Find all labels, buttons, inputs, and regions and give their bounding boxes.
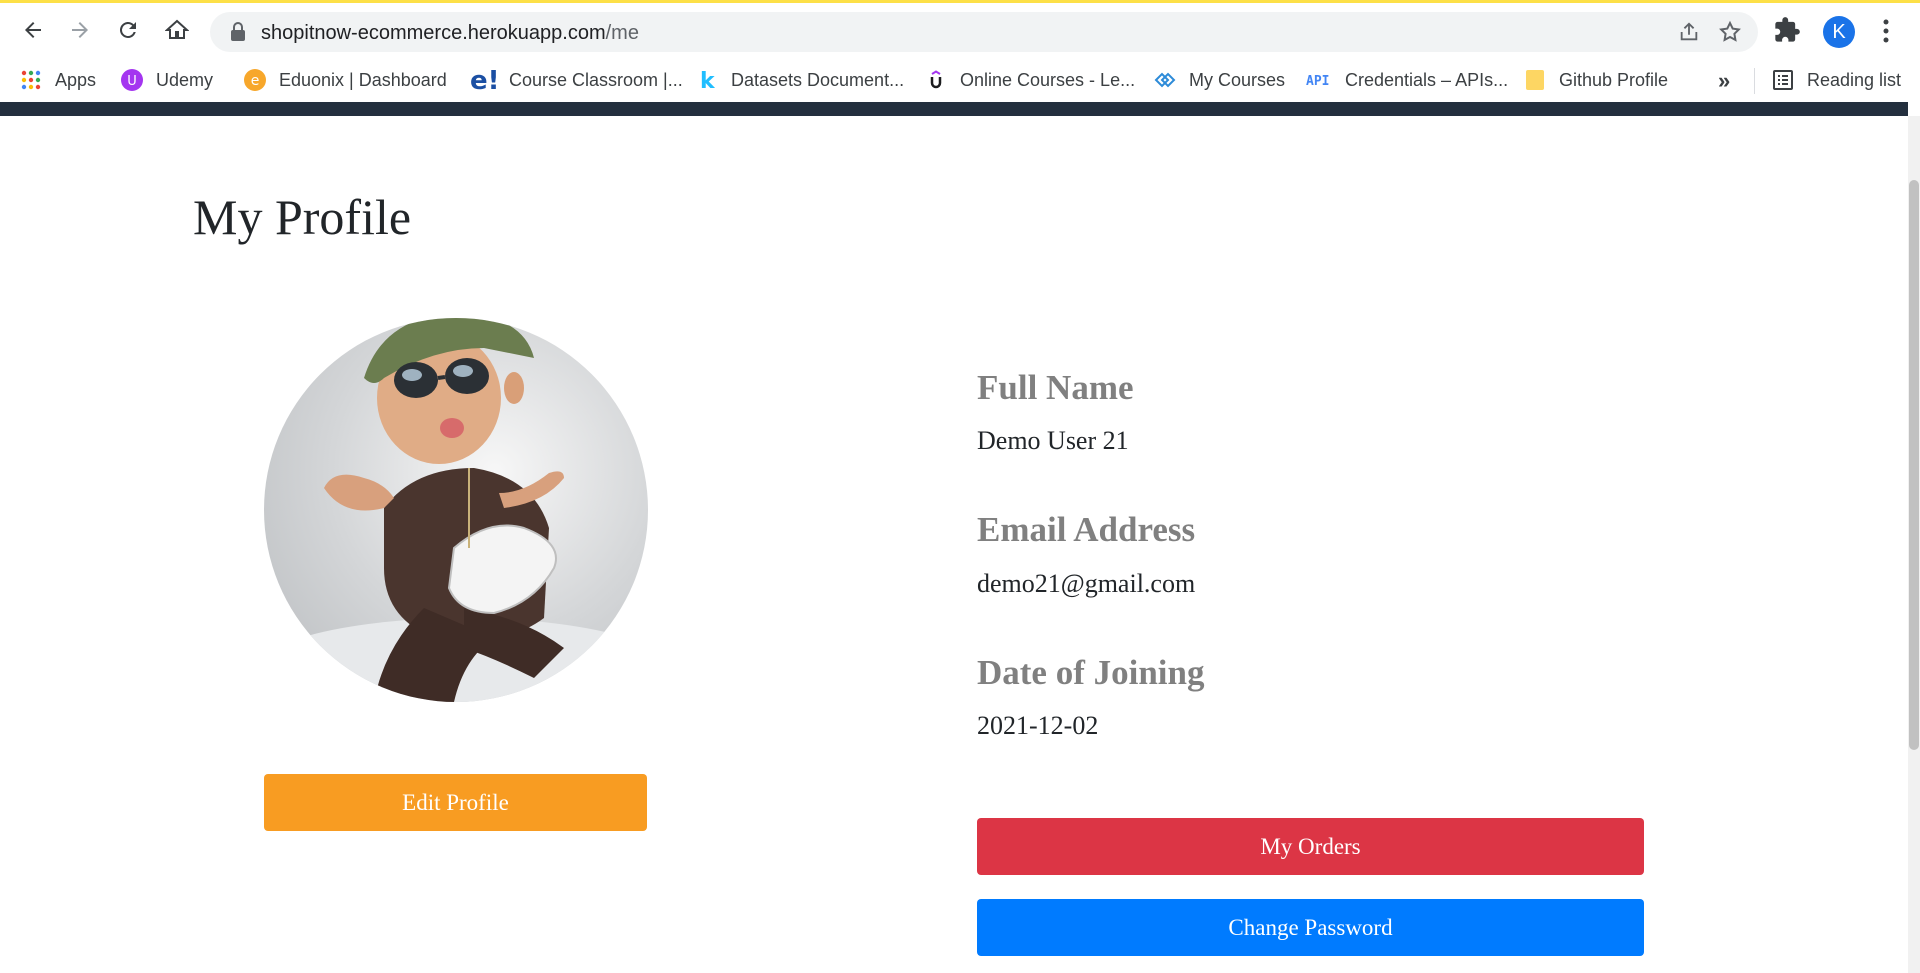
bookmark-udemy[interactable]: U Udemy <box>121 65 213 95</box>
svg-text:e: e <box>251 73 260 89</box>
browser-toolbar: shopitnow-ecommerce.herokuapp.com/me K <box>0 3 1920 58</box>
bookmark-label: Github Profile <box>1559 69 1669 90</box>
profile-avatar-button[interactable]: K <box>1823 16 1855 48</box>
arrow-left-icon <box>25 22 41 38</box>
email-address-label: Email Address <box>977 510 1196 549</box>
bookmark-online-courses[interactable]: Online Courses - Le... <box>925 65 1135 95</box>
change-password-button[interactable]: Change Password <box>977 899 1644 956</box>
bookmarks-divider <box>1754 68 1755 94</box>
url-path: /me <box>605 22 639 44</box>
email-address-value: demo21@gmail.com <box>977 569 1196 598</box>
bookmark-label: Udemy <box>156 69 214 90</box>
home-button[interactable] <box>160 13 194 47</box>
udemy-u-icon <box>925 69 947 91</box>
lock-icon <box>230 22 246 47</box>
url-text[interactable]: shopitnow-ecommerce.herokuapp.com/me <box>261 22 639 45</box>
bookmark-star-icon[interactable] <box>1718 20 1742 49</box>
full-name-label: Full Name <box>977 368 1134 407</box>
bookmark-label: Course Classroom |... <box>509 69 683 90</box>
arrow-right-icon <box>72 22 88 38</box>
date-of-joining-value: 2021-12-02 <box>977 711 1099 740</box>
address-bar[interactable]: shopitnow-ecommerce.herokuapp.com/me <box>210 12 1758 52</box>
share-icon[interactable] <box>1678 21 1700 48</box>
kebab-menu-icon[interactable] <box>1878 16 1894 51</box>
site-header-bar <box>0 102 1908 116</box>
bookmarks-bar: Apps U Udemy e Eduonix | Dashboard e! Co… <box>0 58 1920 102</box>
forward-button[interactable] <box>63 13 97 47</box>
eduonix-icon: e <box>244 69 266 91</box>
svg-text:e!: e! <box>470 68 496 92</box>
reading-list-button[interactable]: Reading list <box>1772 65 1901 95</box>
k-logo-icon: k <box>696 69 718 91</box>
url-host: shopitnow-ecommerce.herokuapp.com <box>261 22 606 44</box>
bookmark-course-classroom[interactable]: e! Course Classroom |... <box>470 65 683 95</box>
profile-avatar-image <box>264 318 648 702</box>
my-orders-button[interactable]: My Orders <box>977 818 1644 875</box>
bookmark-label: Online Courses - Le... <box>960 69 1136 90</box>
svg-text:U: U <box>127 74 137 89</box>
bookmark-eduonix[interactable]: e Eduonix | Dashboard <box>244 65 447 95</box>
bookmark-label: Datasets Document... <box>731 69 905 90</box>
svg-text:API: API <box>1306 74 1329 89</box>
bookmark-label: My Courses <box>1189 69 1286 90</box>
reading-list-label: Reading list <box>1807 69 1902 90</box>
bookmark-label: Credentials – APIs... <box>1345 69 1509 90</box>
bookmark-apps[interactable]: Apps <box>20 65 96 95</box>
reload-button[interactable] <box>111 13 145 47</box>
reading-list-icon <box>1772 69 1794 91</box>
scrollbar-thumb[interactable] <box>1909 180 1919 750</box>
bookmark-datasets[interactable]: k Datasets Document... <box>696 65 904 95</box>
udemy-icon: U <box>121 69 143 91</box>
extensions-puzzle-icon[interactable] <box>1773 16 1801 49</box>
bookmark-label: Eduonix | Dashboard <box>279 69 447 90</box>
date-of-joining-label: Date of Joining <box>977 653 1205 692</box>
apps-grid-icon <box>20 69 42 91</box>
reload-icon <box>119 21 136 38</box>
home-icon <box>165 19 189 39</box>
bookmark-credentials[interactable]: API Credentials – APIs... <box>1306 65 1508 95</box>
diamond-logo-icon <box>1154 69 1176 91</box>
page-title: My Profile <box>193 189 412 245</box>
back-button[interactable] <box>16 13 50 47</box>
bookmark-github-profile[interactable]: Github Profile <box>1524 65 1668 95</box>
folder-icon <box>1524 69 1546 91</box>
edit-profile-button[interactable]: Edit Profile <box>264 774 647 831</box>
child-photo-illustration <box>264 318 648 702</box>
more-bookmarks-chevron[interactable]: » <box>1718 68 1730 94</box>
bookmark-my-courses[interactable]: My Courses <box>1154 65 1285 95</box>
svg-text:k: k <box>700 69 716 91</box>
bookmark-label: Apps <box>55 69 97 90</box>
e-logo-icon: e! <box>470 68 496 92</box>
full-name-value: Demo User 21 <box>977 426 1129 455</box>
api-icon: API <box>1306 69 1332 91</box>
